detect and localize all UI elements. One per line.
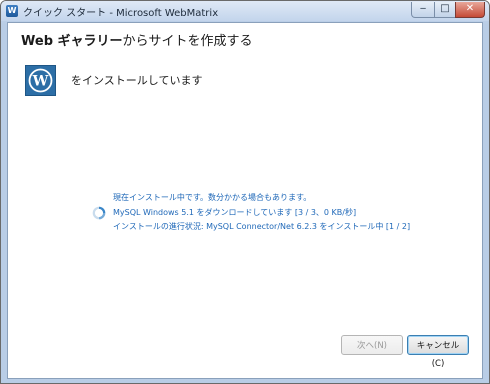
progress-line-3: インストールの進行状況: MySQL Connector/Net 6.2.3 を…: [113, 222, 411, 231]
progress-messages: 現在インストール中です。数分かかる場合もあります。 MySQL Windows …: [113, 191, 410, 235]
close-button[interactable]: ✕: [455, 2, 485, 18]
dialog-content: Web ギャラリーからサイトを作成する W をインストールしています 現在インス…: [7, 22, 483, 379]
next-button[interactable]: 次へ(N): [341, 335, 403, 355]
minimize-icon: ‒: [419, 3, 427, 14]
window-title: クイック スタート - Microsoft WebMatrix: [23, 8, 219, 19]
maximize-icon: □: [440, 3, 450, 14]
progress-line-1: 現在インストール中です。数分かかる場合もあります。: [113, 193, 312, 202]
maximize-button[interactable]: □: [434, 2, 456, 18]
progress-line-2: MySQL Windows 5.1 をダウンロードしています [3 / 3、0 …: [113, 207, 357, 217]
app-window: W クイック スタート - Microsoft WebMatrix ‒ □ ✕ …: [0, 0, 490, 384]
close-icon: ✕: [465, 3, 475, 14]
page-title: Web ギャラリーからサイトを作成する: [21, 30, 253, 49]
page-title-bold: Web ギャラリー: [21, 34, 123, 49]
wordpress-icon: W: [25, 65, 56, 96]
page-title-rest: からサイトを作成する: [122, 34, 253, 49]
loading-spinner-icon: [92, 205, 106, 220]
title-bar[interactable]: W クイック スタート - Microsoft WebMatrix ‒ □ ✕: [1, 1, 489, 21]
cancel-button[interactable]: キャンセル(C): [407, 335, 469, 369]
svg-text:W: W: [32, 74, 49, 90]
install-status-text: をインストールしています: [71, 74, 203, 87]
webmatrix-icon: W: [6, 5, 18, 17]
minimize-button[interactable]: ‒: [411, 2, 435, 18]
